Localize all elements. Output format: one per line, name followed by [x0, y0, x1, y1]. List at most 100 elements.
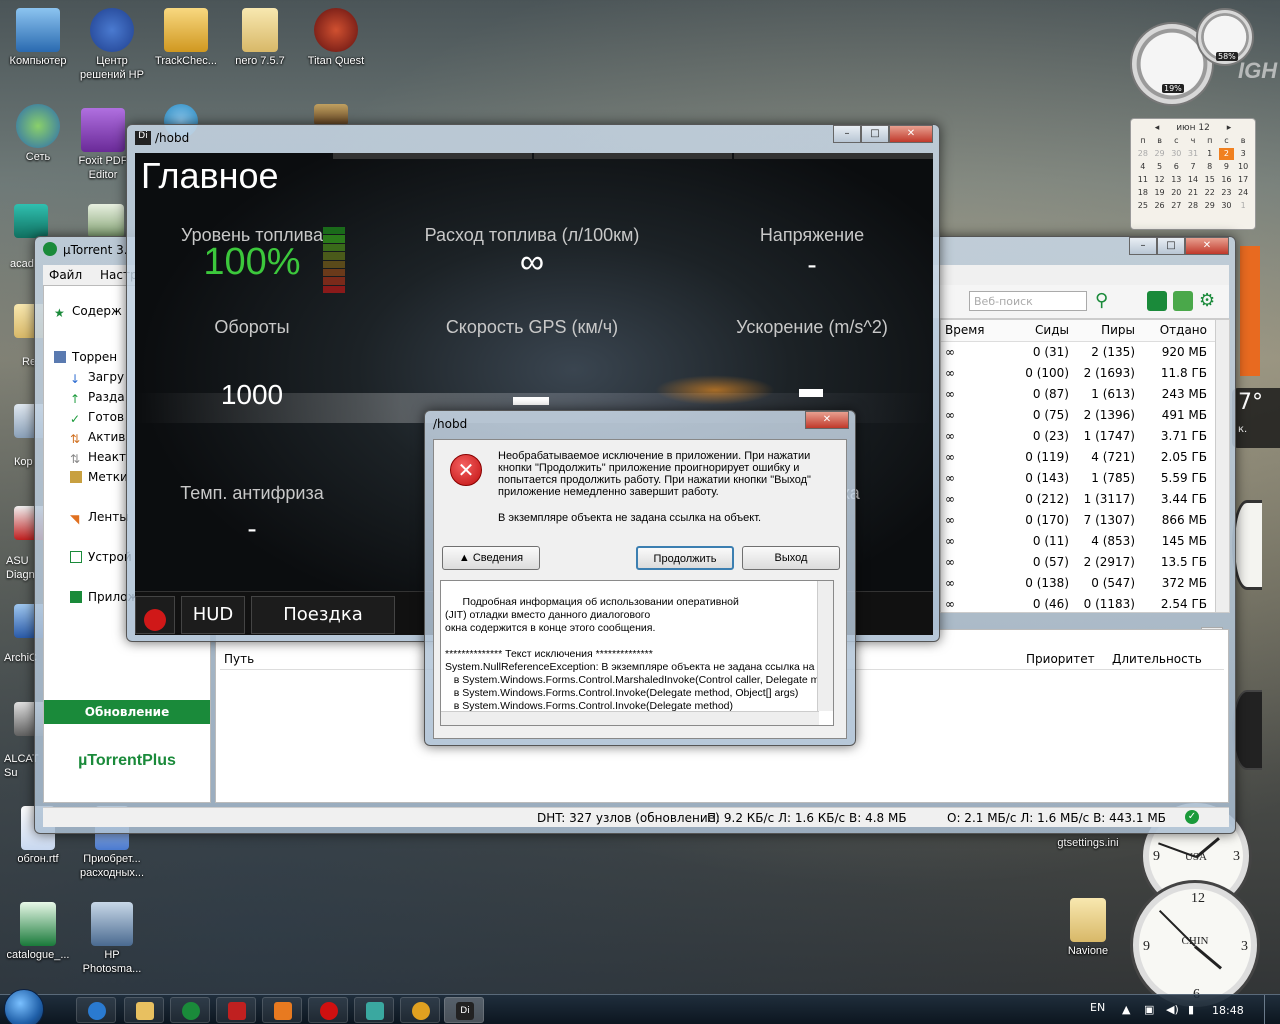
error-dialog[interactable]: /hobd ✕ ✕ Необрабатываемое исключение в … — [424, 410, 856, 746]
table-row[interactable]: ∞ 0 (143) 1 (785) 5.59 ГБ — [941, 468, 1229, 489]
maximize-button[interactable]: □ — [1157, 237, 1185, 255]
dialog-titlebar[interactable]: /hobd — [425, 411, 855, 437]
maximize-button[interactable]: □ — [861, 125, 889, 143]
web-search-input[interactable]: Веб-поиск — [969, 291, 1087, 311]
calendar-day[interactable]: 21 — [1185, 187, 1201, 199]
calendar-day[interactable]: 4 — [1135, 161, 1151, 173]
sidebar-item-inactive[interactable]: ⇅ Неакт — [70, 450, 126, 466]
sidebar-item-feeds[interactable]: ◥ Ленты — [70, 510, 129, 526]
taskbar-opera[interactable] — [308, 997, 348, 1023]
calendar-day[interactable]: 1 — [1235, 200, 1251, 212]
column-priority[interactable]: Приоритет — [1026, 652, 1095, 666]
sidebar-item-content[interactable]: ★ Содерж — [54, 304, 122, 320]
calendar-day[interactable]: 30 — [1168, 148, 1184, 160]
record-button[interactable] — [135, 596, 175, 634]
calendar-day[interactable]: 13 — [1168, 174, 1184, 186]
table-row[interactable]: ∞ 0 (11) 4 (853) 145 МБ — [941, 531, 1229, 552]
calendar-day[interactable]: 6 — [1168, 161, 1184, 173]
calendar-day[interactable]: 17 — [1235, 174, 1251, 186]
calendar-day[interactable]: 30 — [1219, 200, 1235, 212]
calendar-day[interactable]: 27 — [1168, 200, 1184, 212]
utorrent-plus-banner[interactable]: µTorrentPlus — [44, 724, 210, 802]
calendar-day[interactable]: 31 — [1185, 148, 1201, 160]
calendar-day[interactable]: 3 — [1235, 148, 1251, 160]
taskbar-app2[interactable] — [400, 997, 440, 1023]
sidebar-item-seeding[interactable]: ↑ Разда — [70, 390, 125, 406]
gear-icon[interactable]: ⚙ — [1199, 291, 1219, 311]
calendar-day[interactable]: 5 — [1152, 161, 1168, 173]
column-seeds[interactable]: Сиды — [1013, 320, 1073, 341]
details-button[interactable]: ▲ Сведения — [442, 546, 540, 570]
clock-gadget-partial[interactable] — [1232, 500, 1262, 590]
taskbar-explorer[interactable] — [124, 997, 164, 1023]
sidebar-item-completed[interactable]: ✓ Готов — [70, 410, 124, 426]
calendar-prev-icon[interactable]: ◂ — [1155, 123, 1160, 133]
desktop-icon-nero[interactable]: nero 7.5.7 — [222, 8, 298, 68]
autocad-icon[interactable] — [14, 204, 48, 238]
sidebar-item-downloading[interactable]: ↓ Загру — [70, 370, 124, 386]
calendar-gadget[interactable]: ◂ июн 12 ▸ п в с ч п с в 28 29 30 31 1 2 3 4 5 6 7 8 9 10 11 1… — [1130, 118, 1256, 230]
calendar-day[interactable]: 19 — [1152, 187, 1168, 199]
language-indicator[interactable]: EN — [1090, 1001, 1105, 1014]
table-row[interactable]: ∞ 0 (46) 0 (1183) 2.54 ГБ — [941, 594, 1229, 615]
torrent-table-scrollbar[interactable] — [1215, 320, 1229, 612]
weather-gadget[interactable]: 7° к. — [1232, 388, 1280, 448]
sidebar-item-devices[interactable]: Устрой — [70, 550, 132, 564]
details-vertical-scrollbar[interactable] — [817, 581, 833, 711]
calendar-day[interactable]: 7 — [1185, 161, 1201, 173]
sidebar-item-torrents[interactable]: Торрен — [54, 350, 117, 364]
table-row[interactable]: ∞ 0 (100) 2 (1693) 11.8 ГБ — [941, 363, 1229, 384]
list-view-icon[interactable] — [1147, 291, 1167, 311]
taskbar-media[interactable] — [262, 997, 302, 1023]
desktop-icon-gtsettings[interactable]: gtsettings.ini — [1048, 836, 1128, 850]
network-icon[interactable]: ▣ — [1144, 1003, 1154, 1016]
calendar-day[interactable]: 9 — [1219, 161, 1235, 173]
menu-file[interactable]: Файл — [49, 268, 82, 282]
column-uploaded[interactable]: Отдано — [1139, 320, 1211, 341]
calendar-next-icon[interactable]: ▸ — [1227, 123, 1232, 133]
calendar-day[interactable]: 22 — [1202, 187, 1218, 199]
show-hidden-icons-icon[interactable]: ▲ — [1122, 1003, 1130, 1016]
close-button[interactable]: ✕ — [805, 411, 849, 429]
calendar-day[interactable]: 14 — [1185, 174, 1201, 186]
taskbar-hobd[interactable]: Di — [444, 997, 484, 1023]
clock-china-gadget[interactable]: CHIN 12 3 6 9 — [1130, 880, 1260, 1010]
table-row[interactable]: ∞ 0 (23) 1 (1747) 3.71 ГБ — [941, 426, 1229, 447]
taskbar-pdf[interactable] — [216, 997, 256, 1023]
search-icon[interactable]: ⚲ — [1095, 291, 1115, 311]
trip-button[interactable]: Поездка — [251, 596, 395, 634]
power-icon[interactable]: ▮ — [1188, 1003, 1194, 1016]
calendar-day[interactable]: 12 — [1152, 174, 1168, 186]
close-button[interactable]: ✕ — [889, 125, 933, 143]
table-row[interactable]: ∞ 0 (87) 1 (613) 243 МБ — [941, 384, 1229, 405]
table-row[interactable]: ∞ 0 (57) 2 (2917) 13.5 ГБ — [941, 552, 1229, 573]
calendar-day[interactable]: 26 — [1152, 200, 1168, 212]
start-button[interactable] — [4, 989, 44, 1024]
desktop-icon-hp-photosmart[interactable]: HP Photosma... — [74, 902, 150, 976]
calendar-day[interactable]: 11 — [1135, 174, 1151, 186]
calendar-day[interactable]: 10 — [1235, 161, 1251, 173]
exit-button[interactable]: Выход — [742, 546, 840, 570]
table-row[interactable]: ∞ 0 (119) 4 (721) 2.05 ГБ — [941, 447, 1229, 468]
calendar-day[interactable]: 20 — [1168, 187, 1184, 199]
taskbar-app[interactable] — [354, 997, 394, 1023]
calendar-day[interactable]: 8 — [1202, 161, 1218, 173]
taskbar-utorrent[interactable] — [170, 997, 210, 1023]
desktop-icon-hp-center[interactable]: Центр решений HP — [74, 8, 150, 82]
table-row[interactable]: ∞ 0 (31) 2 (135) 920 МБ — [941, 342, 1229, 363]
calendar-day[interactable]: 28 — [1185, 200, 1201, 212]
desktop-icon-titan-quest[interactable]: Titan Quest — [298, 8, 374, 68]
calendar-day[interactable]: 28 — [1135, 148, 1151, 160]
table-row[interactable]: ∞ 0 (212) 1 (3117) 3.44 ГБ — [941, 489, 1229, 510]
calendar-day[interactable]: 18 — [1135, 187, 1151, 199]
table-row[interactable]: ∞ 0 (138) 0 (547) 372 МБ — [941, 573, 1229, 594]
calendar-day[interactable]: 23 — [1219, 187, 1235, 199]
minimize-button[interactable]: – — [833, 125, 861, 143]
spreadsheet-icon[interactable] — [88, 204, 124, 238]
hud-button[interactable]: HUD — [181, 596, 245, 634]
calendar-day[interactable]: 24 — [1235, 187, 1251, 199]
clock-time[interactable]: 18:48 — [1212, 1004, 1244, 1017]
continue-button[interactable]: Продолжить — [636, 546, 734, 570]
column-peers[interactable]: Пиры — [1073, 320, 1139, 341]
desktop-icon-network[interactable]: Сеть — [0, 104, 76, 164]
